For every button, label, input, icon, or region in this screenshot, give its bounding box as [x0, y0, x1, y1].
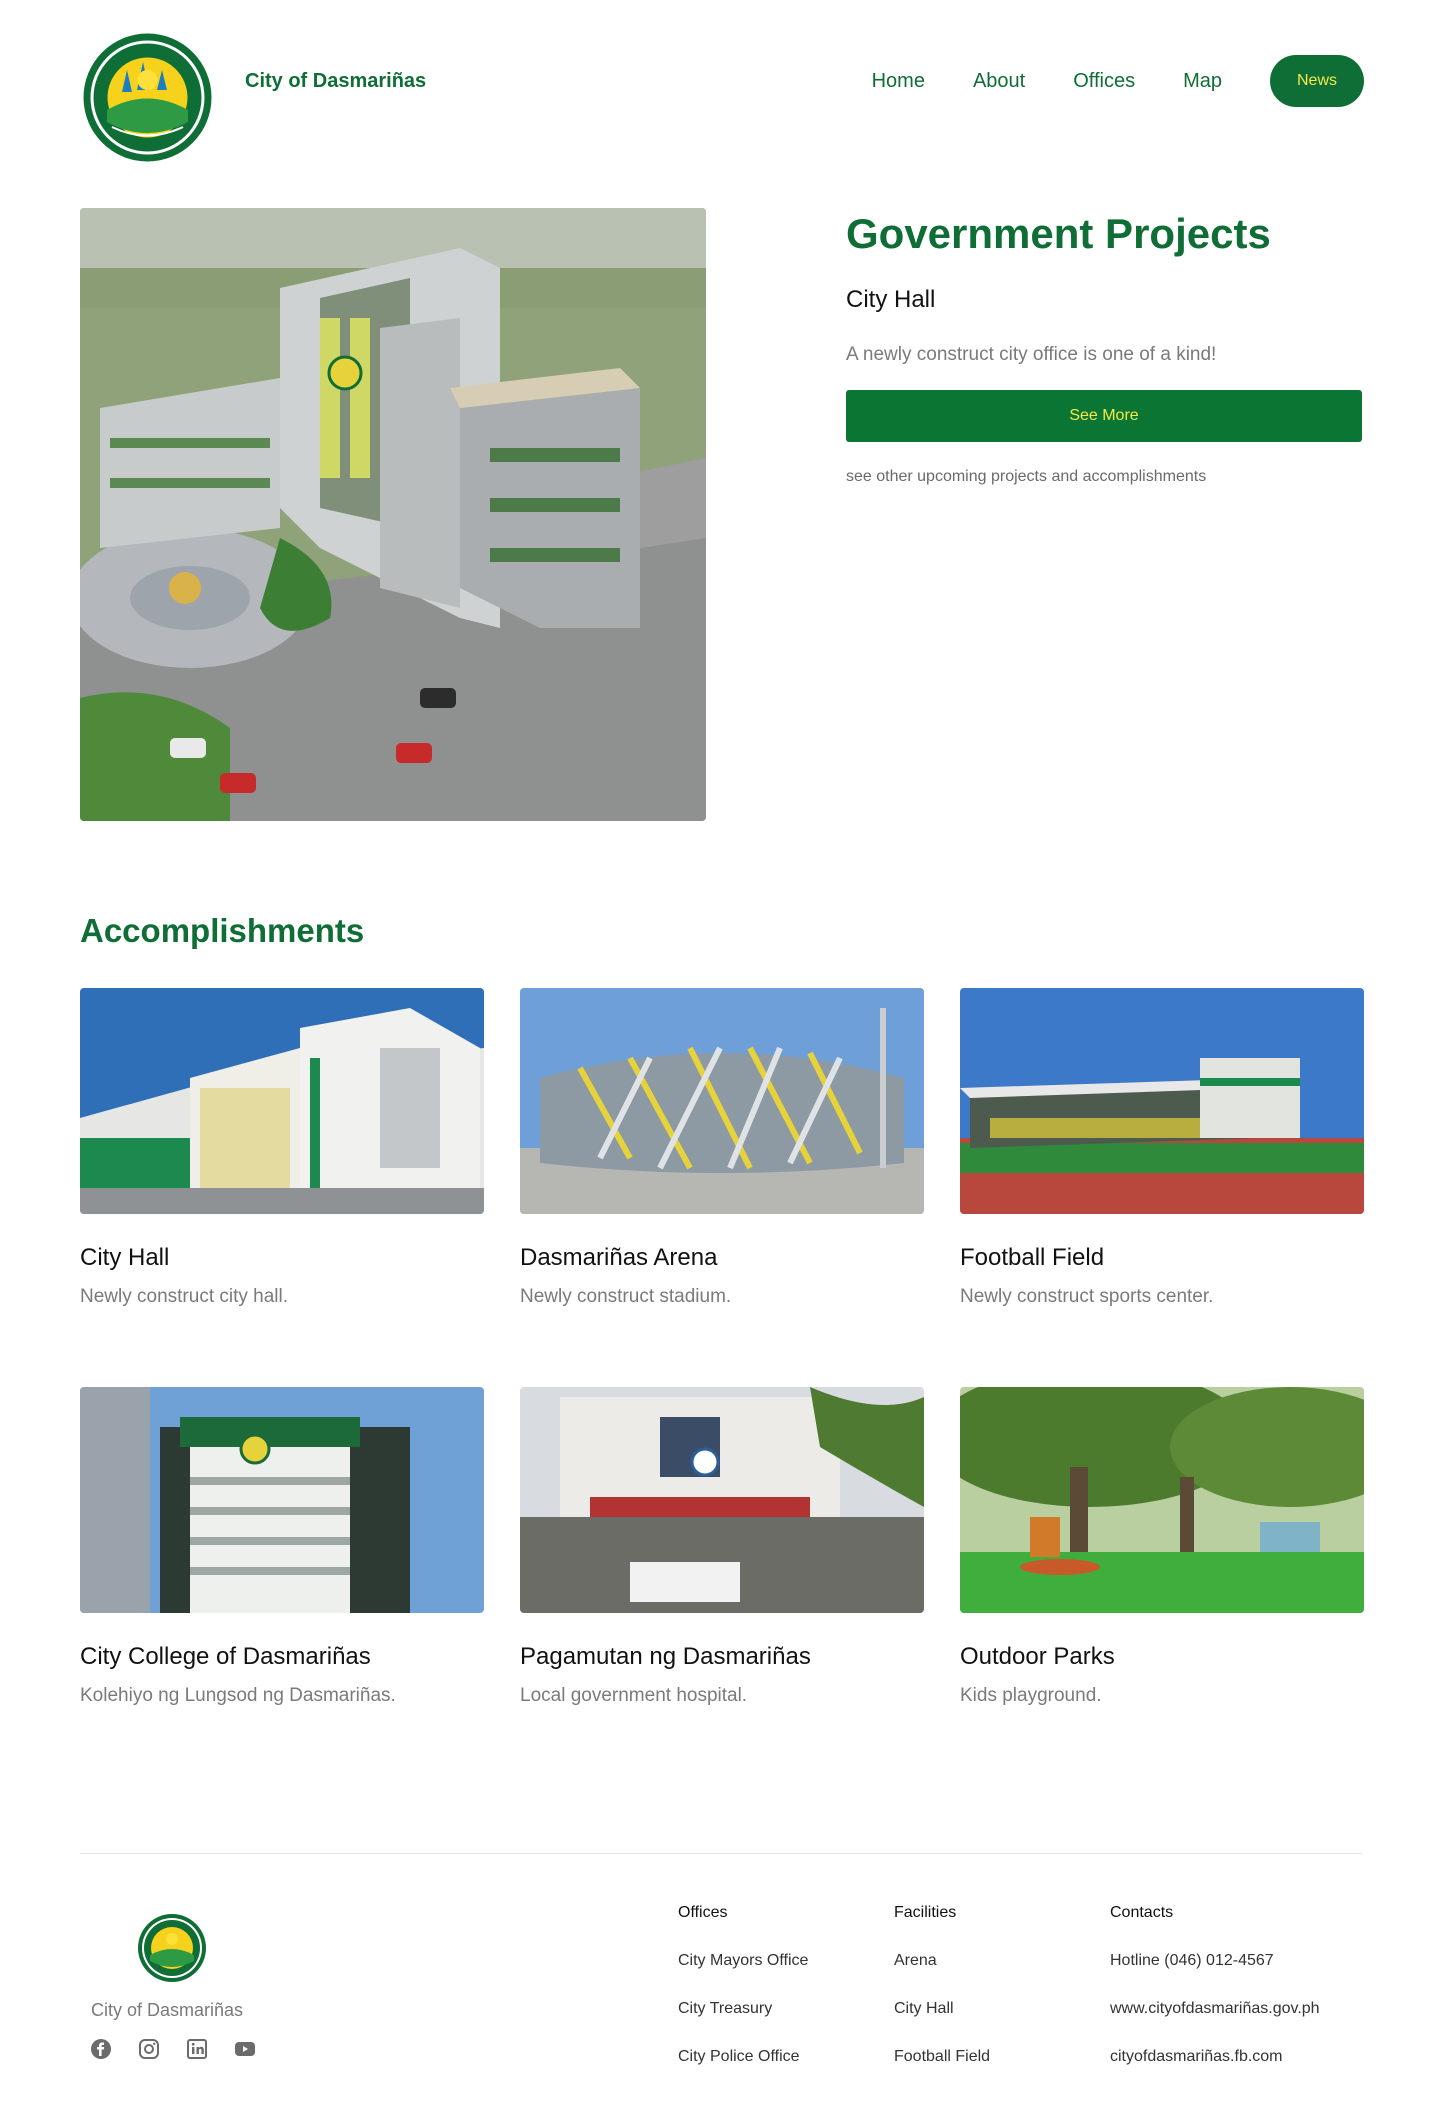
hero-note: see other upcoming projects and accompli…	[846, 468, 1207, 485]
footer-divider	[80, 1853, 1362, 1854]
footer-link[interactable]: City Hall	[894, 2000, 990, 2018]
card-description: Local government hospital.	[520, 1685, 748, 1706]
footer-offices-column: Offices City Mayors Office City Treasury…	[678, 1904, 808, 2066]
hero-title: Government Projects	[846, 210, 1271, 257]
footer-column-heading: Offices	[678, 1904, 728, 1921]
card-description: Newly construct sports center.	[960, 1286, 1214, 1307]
instagram-icon[interactable]	[137, 2037, 161, 2061]
accomplishment-card-city-hall[interactable]: City Hall Newly construct city hall.	[80, 988, 484, 1308]
footer-column-heading: Contacts	[1110, 1904, 1174, 1921]
card-description: Kids playground.	[960, 1685, 1102, 1706]
hero-content: Government Projects City Hall A newly co…	[846, 210, 1362, 486]
site-header: City of Dasmariñas Home About Offices Ma…	[0, 0, 1440, 165]
arena-photo	[520, 988, 924, 1214]
card-title: Pagamutan ng Dasmariñas	[520, 1643, 811, 1670]
football-field-photo	[960, 988, 1364, 1214]
footer-link[interactable]: Arena	[894, 1952, 990, 1970]
hero-description: A newly construct city office is one of …	[846, 344, 1217, 365]
accomplishment-card-outdoor-parks[interactable]: Outdoor Parks Kids playground.	[960, 1387, 1364, 1707]
footer-facilities-column: Facilities Arena City Hall Football Fiel…	[894, 1904, 990, 2066]
footer-contacts-column: Contacts Hotline (046) 012-4567 www.city…	[1110, 1904, 1320, 2066]
footer-link[interactable]: Hotline (046) 012-4567	[1110, 1952, 1320, 1970]
city-hall-rendering-image	[80, 208, 706, 821]
main-nav: Home About Offices Map News	[872, 55, 1364, 107]
card-title: City College of Dasmariñas	[80, 1643, 371, 1670]
nav-map[interactable]: Map	[1183, 70, 1222, 93]
linkedin-icon[interactable]	[185, 2037, 209, 2061]
nav-about[interactable]: About	[973, 70, 1025, 93]
footer-link[interactable]: City Police Office	[678, 2048, 808, 2066]
footer-city-seal-logo[interactable]	[137, 1913, 207, 1983]
footer-link[interactable]: City Mayors Office	[678, 1952, 808, 1970]
nav-offices[interactable]: Offices	[1073, 70, 1135, 93]
accomplishment-card-football-field[interactable]: Football Field Newly construct sports ce…	[960, 988, 1364, 1308]
outdoor-parks-photo	[960, 1387, 1364, 1613]
card-description: Kolehiyo ng Lungsod ng Dasmariñas.	[80, 1685, 396, 1706]
city-seal-logo[interactable]	[82, 32, 213, 163]
footer-column-heading: Facilities	[894, 1904, 957, 1921]
brand-name[interactable]: City of Dasmariñas	[245, 70, 426, 93]
city-college-photo	[80, 1387, 484, 1613]
news-button[interactable]: News	[1270, 55, 1364, 107]
footer-link[interactable]: cityofdasmariñas.fb.com	[1110, 2048, 1320, 2066]
see-more-button[interactable]: See More	[846, 390, 1362, 442]
facebook-icon[interactable]	[89, 2037, 113, 2061]
footer-link[interactable]: Football Field	[894, 2048, 990, 2066]
card-description: Newly construct city hall.	[80, 1286, 289, 1307]
hospital-photo	[520, 1387, 924, 1613]
youtube-icon[interactable]	[233, 2037, 257, 2061]
card-description: Newly construct stadium.	[520, 1286, 732, 1307]
nav-home[interactable]: Home	[872, 70, 925, 93]
footer-link[interactable]: www.cityofdasmariñas.gov.ph	[1110, 2000, 1320, 2018]
social-links	[89, 2037, 281, 2061]
footer-link[interactable]: City Treasury	[678, 2000, 808, 2018]
footer-brand: City of Dasmariñas	[91, 2000, 244, 2020]
accomplishment-card-hospital[interactable]: Pagamutan ng Dasmariñas Local government…	[520, 1387, 924, 1707]
accomplishments-title: Accomplishments	[80, 912, 365, 949]
card-title: Football Field	[960, 1244, 1105, 1271]
card-title: City Hall	[80, 1244, 170, 1271]
city-hall-photo	[80, 988, 484, 1214]
accomplishment-card-arena[interactable]: Dasmariñas Arena Newly construct stadium…	[520, 988, 924, 1308]
hero-subtitle: City Hall	[846, 286, 936, 313]
card-title: Dasmariñas Arena	[520, 1244, 718, 1271]
accomplishment-card-city-college[interactable]: City College of Dasmariñas Kolehiyo ng L…	[80, 1387, 484, 1707]
card-title: Outdoor Parks	[960, 1643, 1115, 1670]
